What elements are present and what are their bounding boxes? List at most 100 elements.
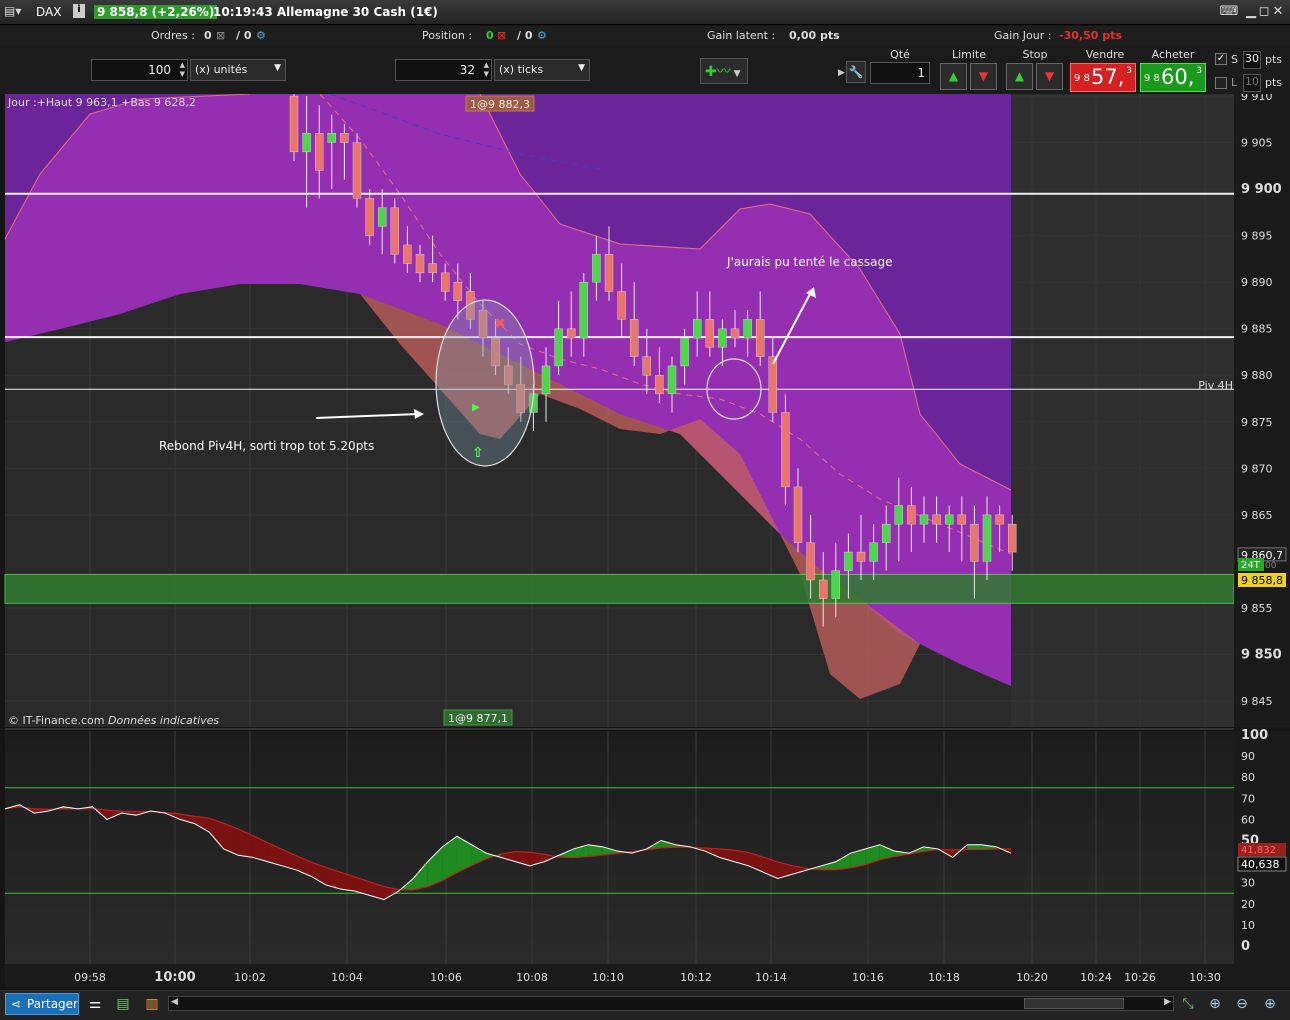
scroll-left-icon[interactable]: ◀ — [171, 997, 178, 1007]
time-tick-label: 10:14 — [755, 971, 787, 984]
candle-body — [831, 570, 840, 599]
time-tick-label: 10:10 — [592, 971, 624, 984]
zoom-out-icon[interactable]: ⊖ — [1232, 994, 1252, 1014]
limit-header: Limite — [951, 48, 987, 61]
units-select-label: (x) unités — [195, 63, 248, 76]
candle-body — [945, 514, 954, 525]
stop-header: Stop — [1022, 48, 1048, 61]
time-tick-label: 10:20 — [1016, 971, 1048, 984]
orders-settings-icon[interactable]: ⚙ — [256, 29, 266, 42]
latent-gain-value: 0,00 pts — [789, 29, 840, 42]
last-price-badge: 9 858,8 — [1241, 574, 1283, 587]
candle-body — [718, 328, 727, 348]
sell-button[interactable]: 9 8 57, 3 — [1070, 63, 1136, 92]
time-tick-label: 10:26 — [1124, 971, 1156, 984]
exit-cross-icon: ✖ — [494, 316, 506, 332]
timer-badge-small: 00 — [1265, 561, 1277, 571]
candle-body — [982, 514, 992, 562]
candle-body — [579, 281, 588, 339]
orders-delete-icon[interactable]: ⊠ — [216, 29, 225, 42]
candle-body — [730, 328, 740, 339]
stop-buy-icon[interactable]: ▲ — [1006, 63, 1033, 90]
time-tick-label: 10:08 — [516, 971, 548, 984]
horizontal-scrollbar[interactable]: ◀ ▶ — [168, 996, 1174, 1011]
candle-body — [315, 133, 324, 171]
candle-body — [630, 319, 639, 357]
time-tick-label: 10:00 — [154, 970, 195, 985]
limit-checkbox[interactable] — [1215, 77, 1227, 89]
oscillator-tick-label: 90 — [1241, 750, 1255, 763]
candle-body — [604, 254, 614, 292]
timer-badge: 24T — [1241, 560, 1261, 571]
candle-body — [819, 579, 828, 599]
candle-body — [970, 523, 979, 562]
position-close-icon[interactable]: ⊠ — [497, 29, 506, 42]
time-tick-label: 10:24 — [1080, 971, 1112, 984]
chart-area[interactable]: ✖ ⇧ ▶ Rebond Piv4H, sorti trop tot 5.20p… — [0, 94, 1290, 990]
fit-icon[interactable]: ⤡ — [1178, 994, 1198, 1014]
candle-body — [428, 263, 437, 274]
oscillator-tick-label: 20 — [1241, 898, 1255, 911]
limit-sell-icon[interactable]: ▼ — [970, 63, 997, 90]
scroll-right-icon[interactable]: ▶ — [1164, 997, 1171, 1007]
list-icon[interactable]: ▤ — [113, 994, 133, 1014]
expand-arrow-icon[interactable]: ▶ — [838, 68, 845, 78]
ticks-select-label: (x) ticks — [499, 63, 544, 76]
candle-body — [592, 254, 601, 283]
s-points-input[interactable]: 30 — [1243, 51, 1261, 69]
candle-body — [667, 365, 677, 395]
price-tick-label: 9 845 — [1241, 695, 1273, 708]
ticks-stepper[interactable]: 32 ▲ ▼ — [395, 59, 492, 81]
candle-body — [352, 142, 362, 199]
limit-buy-icon[interactable]: ▲ — [940, 63, 967, 90]
buy-button[interactable]: 9 8 60, 3 — [1140, 63, 1206, 92]
piv4h-label: Piv 4H — [1198, 379, 1233, 392]
orders-count: 0 — [204, 29, 212, 42]
quote-badge: 9 858,8 (+2,26%) — [94, 5, 218, 19]
share-button[interactable]: ⋖ Partager — [5, 993, 79, 1015]
stepper-arrows-icon[interactable]: ▲ ▼ — [180, 61, 185, 79]
wrench-icon[interactable]: 🔧 — [846, 61, 866, 83]
ticks-select[interactable]: (x) ticks ▼ — [494, 59, 590, 81]
order-tag-bottom: 1@9 877,1 — [448, 712, 508, 725]
app-menu-icon[interactable]: ▤▾ — [4, 4, 21, 18]
candle-body — [957, 514, 966, 525]
s-points-value: 30 — [1245, 52, 1259, 65]
units-stepper[interactable]: 100 ▲ ▼ — [91, 59, 188, 81]
l-points-value: 10 — [1245, 75, 1259, 88]
stop-loss-checkbox[interactable]: ✓ — [1215, 53, 1227, 65]
candle-body — [441, 272, 450, 292]
l-points-input[interactable]: 10 — [1243, 74, 1261, 92]
keyboard-icon[interactable]: ⌨ — [1219, 4, 1239, 20]
candle-body — [844, 551, 853, 571]
stepper-arrows-icon[interactable]: ▲ ▼ — [484, 61, 489, 79]
indicator-icon[interactable]: ▥ — [142, 994, 162, 1014]
oscillator-panel-bg — [5, 731, 1234, 964]
zoom-in-icon[interactable]: ⊕ — [1260, 994, 1280, 1014]
candle-body — [1008, 523, 1017, 553]
position-settings-icon[interactable]: ⚙ — [537, 29, 547, 42]
units-select[interactable]: (x) unités ▼ — [190, 59, 286, 81]
qty-header: Qté — [890, 48, 910, 61]
copyright: © IT-Finance.com Données indicatives — [8, 714, 219, 727]
candle-body — [705, 319, 714, 348]
candle-body — [617, 291, 626, 320]
candle-body — [932, 514, 941, 525]
qty-input[interactable]: 1 — [870, 62, 930, 84]
candle-body — [365, 198, 374, 236]
strategy-tool-icon[interactable]: ✚〰 ▼ — [700, 58, 748, 84]
stop-sell-icon[interactable]: ▼ — [1036, 63, 1063, 90]
price-tick-label: 9 905 — [1241, 137, 1273, 150]
trading-window: ▤▾ DAX i 9 858,8 (+2,26%) 10:19:43 Allem… — [0, 0, 1290, 1020]
chart-type-icon[interactable]: ⚌ — [85, 994, 105, 1014]
zoom-reset-icon[interactable]: ⊕ — [1205, 994, 1225, 1014]
ticks-value: 32 — [459, 63, 475, 77]
buy-price-prefix: 9 8 — [1144, 73, 1160, 84]
candle-body — [781, 412, 790, 488]
info-icon[interactable]: i — [73, 4, 85, 18]
candle-body — [453, 281, 462, 301]
price-tick-label: 9 850 — [1241, 647, 1282, 662]
window-title: 10:19:43 Allemagne 30 Cash (1€) — [213, 5, 438, 19]
scroll-thumb[interactable] — [1024, 998, 1124, 1009]
close-icon[interactable]: ✕ — [1270, 4, 1286, 20]
